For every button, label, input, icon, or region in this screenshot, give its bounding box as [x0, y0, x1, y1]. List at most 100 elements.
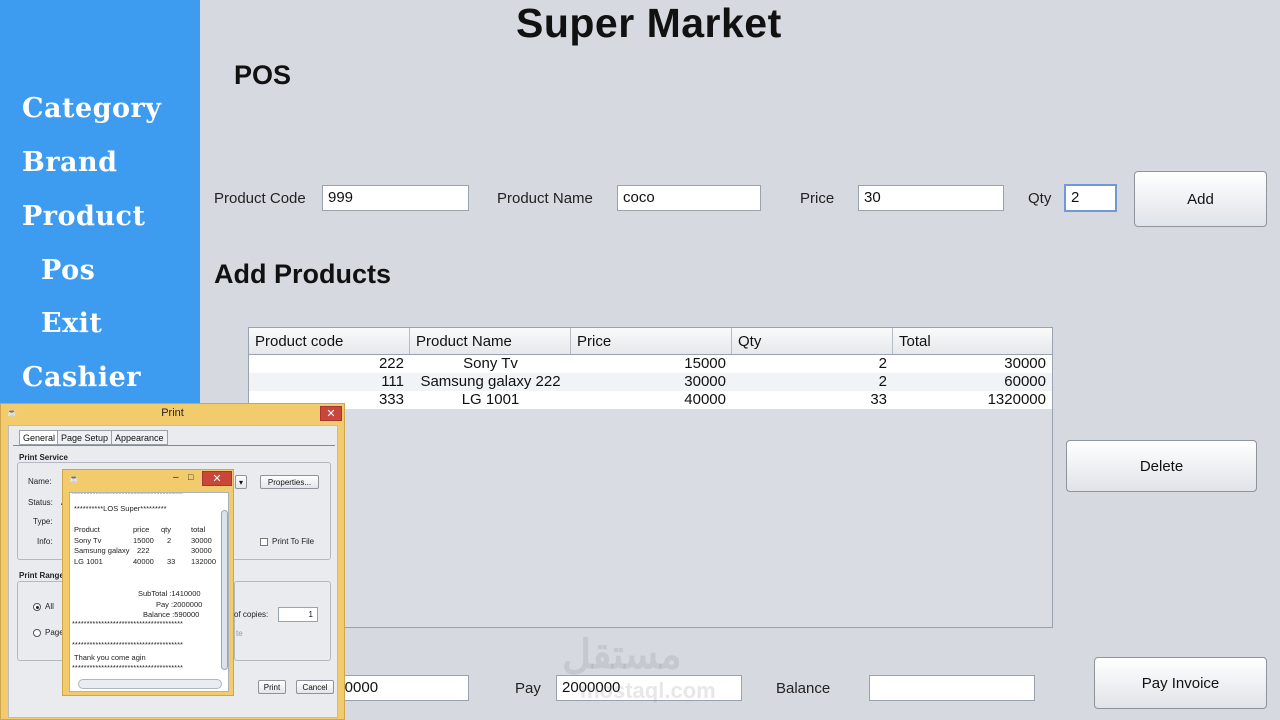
sidebar-item-category[interactable]: Category [22, 93, 161, 124]
copies-label: of copies: [234, 610, 269, 619]
receipt-stars-mid: ************************************** [72, 619, 183, 628]
close-icon[interactable]: ✕ [320, 406, 342, 421]
column-header-qty[interactable]: Qty [732, 328, 893, 354]
table-body: 222 Sony Tv 15000 2 30000 111 Samsung ga… [249, 355, 1052, 409]
receipt-balance: Balance :590000 [143, 610, 200, 619]
price-label: Price [800, 190, 835, 207]
print-range-group [17, 581, 67, 661]
pay-label: Pay [515, 680, 541, 697]
cell-product-name: LG 1001 [461, 391, 520, 408]
qty-input[interactable]: 2 [1064, 184, 1117, 212]
delete-button[interactable]: Delete [1066, 440, 1257, 492]
receipt-header-qty: qty [161, 525, 172, 534]
cell-price: 40000 [684, 391, 726, 408]
vertical-scrollbar[interactable] [221, 510, 228, 670]
pages-label: Page [45, 628, 64, 637]
receipt-row-qty: 2 [167, 536, 172, 545]
watermark-logo-arabic: مستقل [562, 633, 682, 677]
all-label: All [45, 602, 54, 611]
java-icon: ☕ [69, 474, 79, 483]
chevron-down-icon[interactable]: ▾ [235, 475, 247, 489]
properties-button[interactable]: Properties... [260, 475, 319, 489]
product-code-label: Product Code [214, 190, 306, 207]
print-to-file-checkbox[interactable] [260, 538, 268, 546]
table-row[interactable]: 111 Samsung galaxy 222 30000 2 60000 [249, 373, 1052, 391]
receipt-row-total: 132000 [191, 557, 217, 566]
minimize-icon[interactable]: – [173, 472, 179, 483]
receipt-row-total: 30000 [191, 546, 212, 555]
pages-radio[interactable] [33, 629, 41, 637]
type-label: Type: [33, 517, 53, 526]
pos-heading: POS [234, 60, 292, 90]
column-header-product-code[interactable]: Product code [249, 328, 410, 354]
cell-qty: 2 [878, 355, 887, 372]
status-label: Status: [28, 498, 53, 507]
sidebar-item-brand[interactable]: Brand [22, 147, 118, 178]
product-code-input[interactable]: 999 [322, 185, 469, 211]
qty-label: Qty [1028, 190, 1052, 207]
receipt-header-total: total [191, 525, 206, 534]
receipt-stars-mid: ************************************** [72, 640, 183, 649]
close-icon[interactable]: ✕ [202, 471, 232, 486]
sidebar-item-exit[interactable]: Exit [41, 308, 102, 339]
sidebar-item-cashier[interactable]: Cashier [22, 362, 141, 393]
receipt-row-product: LG 1001 [74, 557, 103, 566]
table-header: Product code Product Name Price Qty Tota… [249, 328, 1052, 355]
receipt-store-name: **********LOS Super********* [74, 504, 167, 513]
receipt-stars-top: ************************************** [72, 492, 183, 498]
add-button[interactable]: Add [1134, 171, 1267, 227]
receipt-pay: Pay :2000000 [156, 600, 203, 609]
product-name-label: Product Name [497, 190, 593, 207]
all-radio[interactable] [33, 603, 41, 611]
products-table[interactable]: Product code Product Name Price Qty Tota… [248, 327, 1053, 628]
tab-page-setup[interactable]: Page Setup [57, 430, 113, 445]
column-header-price[interactable]: Price [571, 328, 732, 354]
name-label: Name: [28, 477, 52, 486]
receipt-row-price: 222 [137, 546, 150, 555]
cell-price: 30000 [684, 373, 726, 390]
add-products-heading: Add Products [214, 259, 392, 289]
cell-product-code: 111 [381, 373, 404, 390]
balance-label: Balance [776, 680, 831, 697]
cell-total: 60000 [1004, 373, 1046, 390]
sidebar-item-pos[interactable]: Pos [41, 255, 95, 286]
print-service-heading: Print Service [19, 453, 68, 462]
receipt-header-price: price [133, 525, 150, 534]
watermark-logo-latin: mostaql.com [580, 678, 716, 703]
page-title: Super Market [516, 0, 782, 46]
tab-general[interactable]: General [19, 430, 60, 445]
sidebar-item-product[interactable]: Product [22, 201, 145, 232]
cell-total: 1320000 [987, 391, 1046, 408]
horizontal-scrollbar[interactable] [78, 679, 222, 689]
cancel-button[interactable]: Cancel [296, 680, 334, 694]
pay-invoice-button[interactable]: Pay Invoice [1094, 657, 1267, 709]
receipt-row-price: 40000 [133, 557, 154, 566]
copies-input[interactable]: 1 [278, 607, 318, 622]
cell-total: 30000 [1004, 355, 1046, 372]
table-row[interactable]: 222 Sony Tv 15000 2 30000 [249, 355, 1052, 373]
cell-price: 15000 [684, 355, 726, 372]
print-button[interactable]: Print [258, 680, 286, 694]
column-header-total[interactable]: Total [893, 328, 1052, 354]
receipt-row-price: 15000 [133, 536, 154, 545]
price-input[interactable]: 30 [858, 185, 1004, 211]
receipt-text-area[interactable]: ************************************** *… [69, 492, 229, 692]
receipt-row-qty: 33 [167, 557, 176, 566]
receipt-subtotal: SubTotal :1410000 [138, 589, 201, 598]
collate-label: te [236, 629, 243, 638]
cell-product-name: Sony Tv [463, 355, 518, 372]
java-icon: ☕ [7, 408, 17, 417]
product-name-input[interactable]: coco [617, 185, 761, 211]
balance-input[interactable] [869, 675, 1035, 701]
receipt-preview-window: ☕ – □ ✕ ********************************… [62, 469, 234, 696]
cell-qty: 33 [870, 391, 887, 408]
receipt-row-product: Sony Tv [74, 536, 102, 545]
tab-appearance[interactable]: Appearance [111, 430, 168, 445]
maximize-icon[interactable]: □ [188, 472, 193, 482]
cell-qty: 2 [878, 373, 887, 390]
receipt-row-total: 30000 [191, 536, 212, 545]
table-row[interactable]: 333 LG 1001 40000 33 1320000 [249, 391, 1052, 409]
column-header-product-name[interactable]: Product Name [410, 328, 571, 354]
cell-product-code: 222 [378, 355, 404, 372]
info-label: Info: [37, 537, 53, 546]
